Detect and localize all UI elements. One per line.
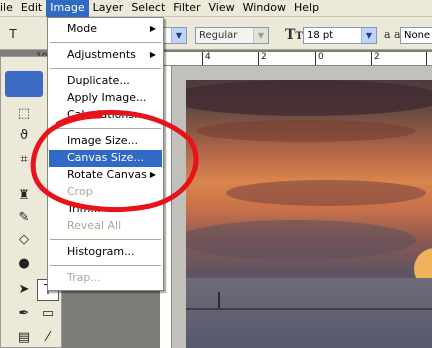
crop-tool-icon[interactable]: ⌗ <box>13 149 35 171</box>
shape-tool-icon[interactable]: ▭ <box>37 303 59 325</box>
notes-tool-icon[interactable]: ▤ <box>13 327 35 348</box>
menu-select[interactable]: Select <box>127 0 169 17</box>
menu-item-calculations[interactable]: Calculations... <box>49 107 162 124</box>
ruler-label: 0 <box>318 52 324 62</box>
menu-item-trap: Trap... <box>67 271 101 284</box>
font-size-icon: TT <box>285 27 303 43</box>
font-style-dropdown[interactable]: Regular ▼ <box>195 27 269 44</box>
submenu-arrow-icon: ▶ <box>149 24 156 33</box>
menu-item-duplicate[interactable]: Duplicate... <box>49 73 162 90</box>
text-tool-icon[interactable]: T <box>2 23 24 45</box>
menu-item-trim[interactable]: Trim... <box>49 201 162 218</box>
menu-item-label: Adjustments <box>67 48 136 61</box>
menu-separator <box>50 128 161 129</box>
eyedropper-tool-icon[interactable]: ⁄ <box>37 327 59 348</box>
marquee-tool-icon[interactable]: ⬚ <box>13 103 35 125</box>
toolbox-logo <box>5 71 43 97</box>
font-family-dropdown[interactable]: ▼ <box>163 27 187 44</box>
ruler-label: 4 <box>205 52 211 62</box>
submenu-arrow-icon: ▶ <box>149 170 156 179</box>
antialias-icon: a a <box>384 28 401 41</box>
eraser-tool-icon[interactable]: ◇ <box>13 229 35 251</box>
font-style-value: Regular <box>199 30 238 41</box>
menu-item-label: Rotate Canvas <box>67 168 147 181</box>
lasso-tool-icon[interactable]: ϑ <box>13 125 35 147</box>
menu-item-rotate-canvas[interactable]: Rotate Canvas ▶ <box>49 167 162 184</box>
font-size-value: 18 pt <box>307 30 334 41</box>
menu-separator <box>50 68 161 69</box>
image-menu-dropdown: Mode ▶ Adjustments ▶ Duplicate... Apply … <box>47 17 164 291</box>
menu-item-image-size[interactable]: Image Size... <box>49 133 162 150</box>
blur-tool-icon[interactable]: ● <box>13 253 35 275</box>
ruler-label: 2 <box>374 52 380 62</box>
menu-item-label: Mode <box>67 22 97 35</box>
sunset-photo <box>186 80 432 348</box>
ruler-label: 2 <box>261 52 267 62</box>
dropdown-arrow-icon: ▼ <box>253 28 268 43</box>
font-size-glyph: T <box>285 27 296 43</box>
menu-item-apply-image[interactable]: Apply Image... <box>49 90 162 107</box>
horizontal-ruler: 10 4 2 0 2 <box>36 52 432 66</box>
menu-bar: ile Edit Image Layer Select Filter View … <box>0 0 432 17</box>
dropdown-arrow-icon: ▼ <box>361 28 376 43</box>
menu-separator <box>50 239 161 240</box>
dropdown-arrow-icon: ▼ <box>171 28 186 43</box>
menu-filter[interactable]: Filter <box>169 0 204 17</box>
menu-layer[interactable]: Layer <box>89 0 128 17</box>
menu-image[interactable]: Image <box>46 0 89 17</box>
menu-view[interactable]: View <box>205 0 239 17</box>
stamp-tool-icon[interactable]: ♜ <box>13 185 35 207</box>
submenu-arrow-icon: ▶ <box>149 50 156 59</box>
path-select-icon[interactable]: ➤ <box>13 279 35 301</box>
pen-tool-icon[interactable]: ✒ <box>13 303 35 325</box>
menu-item-crop: Crop <box>67 185 93 198</box>
menu-file[interactable]: ile <box>0 0 17 17</box>
menu-item-reveal-all: Reveal All <box>67 219 122 232</box>
menu-item-mode[interactable]: Mode ▶ <box>49 21 162 38</box>
menu-separator <box>50 42 161 43</box>
history-brush-icon[interactable]: ✎ <box>13 207 35 229</box>
antialias-value: None <box>404 30 431 41</box>
antialias-dropdown[interactable]: None <box>400 27 432 44</box>
menu-window[interactable]: Window <box>239 0 290 17</box>
menu-item-adjustments[interactable]: Adjustments ▶ <box>49 47 162 64</box>
menu-separator <box>50 265 161 266</box>
font-size-dropdown[interactable]: 18 pt ▼ <box>303 27 377 44</box>
menu-item-canvas-size[interactable]: Canvas Size... <box>49 150 162 167</box>
menu-help[interactable]: Help <box>290 0 323 17</box>
menu-item-histogram[interactable]: Histogram... <box>49 244 162 261</box>
menu-edit[interactable]: Edit <box>17 0 46 17</box>
